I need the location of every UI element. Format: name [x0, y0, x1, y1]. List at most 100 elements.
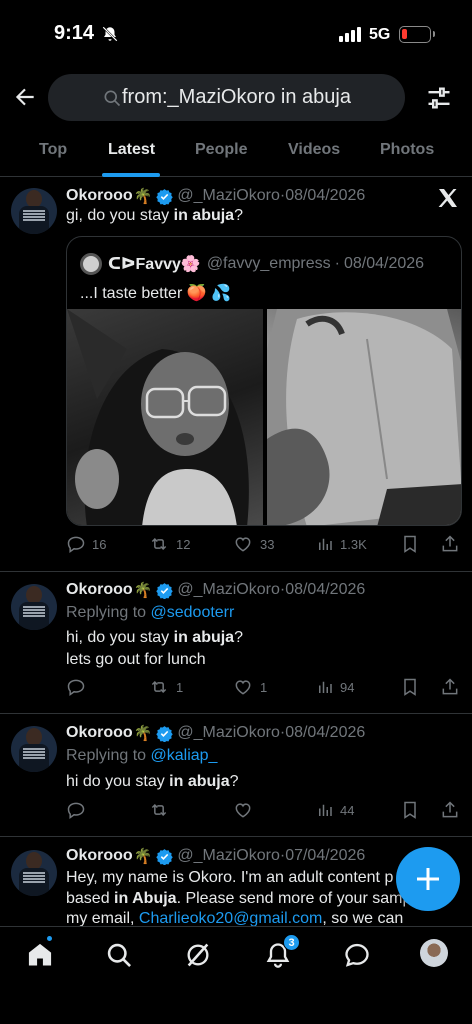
- search-tabs: Top Latest People Videos Photos: [0, 128, 472, 177]
- home-icon[interactable]: [26, 941, 54, 969]
- avatar[interactable]: [11, 726, 57, 772]
- highlight-text: in Abuja: [114, 890, 177, 907]
- repost-button[interactable]: 1: [148, 677, 183, 697]
- separator-dot: ·: [334, 255, 340, 272]
- display-name[interactable]: Okorooo: [66, 581, 133, 599]
- quote-avatar: [80, 253, 102, 275]
- display-name[interactable]: Okorooo: [66, 847, 133, 865]
- views-button[interactable]: 94: [316, 677, 354, 697]
- text-part: ?: [234, 629, 243, 646]
- tab-latest[interactable]: Latest: [108, 141, 155, 159]
- email-link[interactable]: Charlieoko20@gmail.com: [139, 910, 322, 927]
- mention-link[interactable]: @sedooterr: [151, 604, 235, 621]
- tweet-date[interactable]: 08/04/2026: [285, 581, 365, 599]
- tweet-text: hi do you stay in abuja?: [66, 771, 239, 793]
- home-unread-dot: [47, 936, 52, 941]
- messages-icon[interactable]: [343, 941, 371, 969]
- repost-count: 1: [176, 679, 184, 695]
- reply-count: 16: [92, 536, 107, 552]
- media-image-1[interactable]: [67, 309, 263, 525]
- grok-icon[interactable]: [184, 941, 212, 969]
- text-part: based: [66, 890, 115, 907]
- user-handle[interactable]: @_MaziOkoro: [177, 187, 280, 205]
- quote-header: ᑕᐅFavvy🌸 @favvy_empress · 08/04/2026: [80, 253, 424, 275]
- tweet-text-line2: lets go out for lunch: [66, 651, 206, 668]
- text-part: hi do you stay: [66, 773, 170, 790]
- reply-button[interactable]: 16: [66, 534, 106, 554]
- highlight-text: in abuja: [173, 629, 235, 646]
- user-handle[interactable]: @_MaziOkoro: [177, 847, 280, 865]
- repost-button[interactable]: 12: [148, 534, 190, 554]
- mention-link[interactable]: @kaliap_: [151, 747, 218, 764]
- share-icon[interactable]: [440, 677, 460, 697]
- text-part: . Please send more of your samp: [176, 890, 412, 907]
- search-bar[interactable]: [48, 74, 405, 121]
- tweet-date[interactable]: 08/04/2026: [285, 724, 365, 742]
- bottom-navigation: 3: [0, 926, 472, 1024]
- filter-sliders-icon[interactable]: [425, 84, 453, 112]
- display-name[interactable]: Okorooo: [66, 187, 133, 205]
- heart-icon: [235, 803, 251, 818]
- search-input[interactable]: [100, 86, 390, 109]
- compose-button[interactable]: [396, 847, 460, 911]
- media-image-2[interactable]: [267, 309, 461, 525]
- bookmark-icon[interactable]: [400, 677, 420, 697]
- profile-avatar[interactable]: [420, 939, 448, 967]
- heart-icon: [235, 537, 251, 552]
- bookmark-icon[interactable]: [400, 534, 420, 554]
- views-button[interactable]: 1.3K: [316, 534, 367, 554]
- tab-top[interactable]: Top: [39, 141, 67, 159]
- tweet-date[interactable]: 08/04/2026: [285, 187, 365, 205]
- tab-people[interactable]: People: [195, 141, 247, 159]
- text-part: ?: [229, 773, 239, 790]
- tweet[interactable]: Okorooo 🌴 @_MaziOkoro · 08/04/2026 Reply…: [0, 714, 472, 837]
- share-icon[interactable]: [440, 534, 460, 554]
- name-emoji: 🌴: [133, 848, 153, 865]
- tab-photos[interactable]: Photos: [380, 141, 434, 159]
- signal-icon: [339, 27, 361, 42]
- search-icon[interactable]: [105, 941, 133, 969]
- name-emoji: 🌴: [133, 188, 153, 205]
- bookmark-icon[interactable]: [400, 800, 420, 820]
- tweet-header: Okorooo 🌴 @_MaziOkoro · 08/04/2026: [66, 581, 365, 599]
- like-button[interactable]: [232, 800, 260, 820]
- text-part: ?: [234, 207, 243, 224]
- name-emoji: 🌴: [133, 725, 153, 742]
- tweet[interactable]: Okorooo 🌴 @_MaziOkoro · 08/04/2026 Reply…: [0, 572, 472, 714]
- user-handle[interactable]: @_MaziOkoro: [177, 581, 280, 599]
- back-arrow-icon[interactable]: [12, 84, 38, 110]
- replying-prefix: Replying to: [66, 604, 151, 621]
- tweet[interactable]: Okorooo 🌴 @_MaziOkoro · 08/04/2026 gi, d…: [0, 178, 472, 572]
- reply-icon: [67, 536, 85, 553]
- avatar[interactable]: [11, 584, 57, 630]
- like-button[interactable]: 1: [232, 677, 267, 697]
- tweet-text-line2: based in Abuja. Please send more of your…: [66, 888, 411, 910]
- verified-badge-icon: [156, 582, 174, 599]
- tweet-date[interactable]: 07/04/2026: [285, 847, 365, 865]
- views-button[interactable]: 44: [316, 800, 354, 820]
- views-chart-icon: [319, 538, 332, 550]
- repost-button[interactable]: [148, 800, 176, 820]
- tweet-text: hi, do you stay in abuja?: [66, 627, 243, 649]
- text-part: my email,: [66, 910, 139, 927]
- display-name[interactable]: Okorooo: [66, 724, 133, 742]
- quoted-tweet[interactable]: ᑕᐅFavvy🌸 @favvy_empress · 08/04/2026 ...…: [66, 236, 462, 526]
- x-logo-icon: [438, 189, 457, 207]
- user-handle[interactable]: @_MaziOkoro: [177, 724, 280, 742]
- avatar[interactable]: [11, 188, 57, 234]
- heart-icon: [235, 680, 251, 695]
- like-count: 1: [260, 679, 268, 695]
- reply-button[interactable]: [66, 800, 92, 820]
- avatar[interactable]: [11, 850, 57, 896]
- replying-to: Replying to @kaliap_: [66, 747, 217, 765]
- reply-button[interactable]: [66, 677, 92, 697]
- quote-date: 08/04/2026: [343, 255, 425, 272]
- views-chart-icon: [319, 804, 332, 816]
- tab-videos[interactable]: Videos: [288, 141, 340, 159]
- tweet-actions: 44: [66, 800, 462, 824]
- notification-badge: 3: [283, 934, 300, 951]
- like-button[interactable]: 33: [232, 534, 274, 554]
- share-icon[interactable]: [440, 800, 460, 820]
- verified-badge-icon: [156, 725, 174, 742]
- active-tab-indicator: [102, 173, 160, 177]
